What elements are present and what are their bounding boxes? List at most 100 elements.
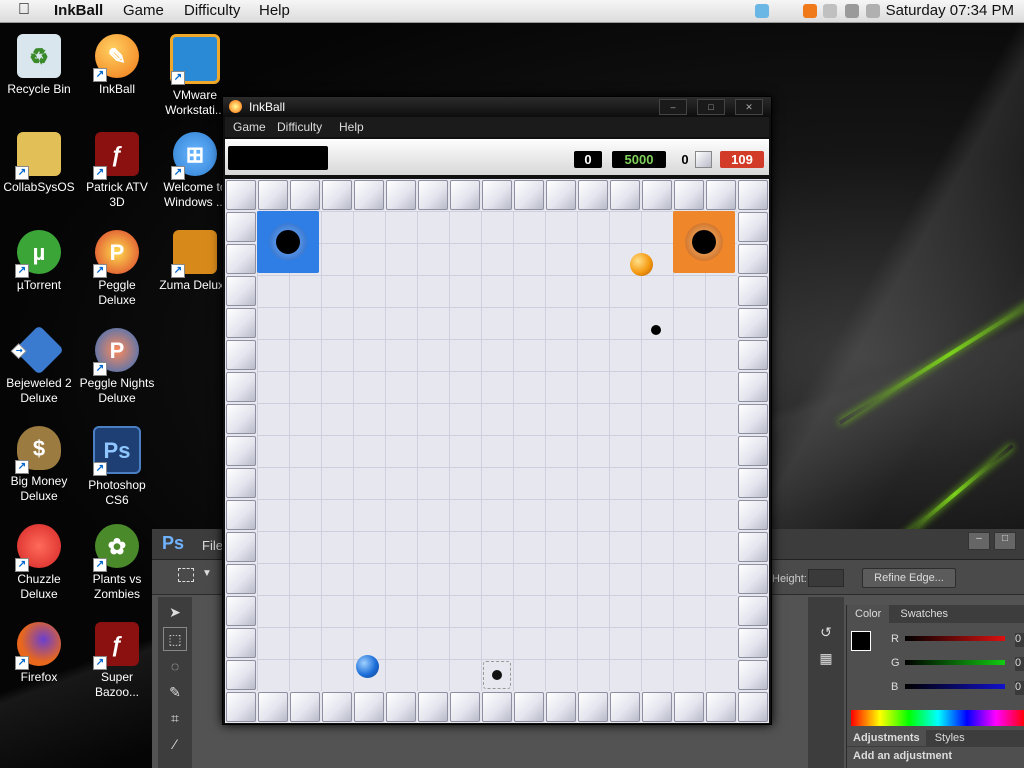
wall-tile bbox=[226, 692, 256, 722]
volume-muted-icon[interactable] bbox=[866, 4, 880, 18]
wall-tile bbox=[738, 500, 768, 530]
tab-styles[interactable]: Styles bbox=[929, 730, 971, 746]
desktop-icon-collabsysos[interactable]: CollabSysOS bbox=[0, 132, 78, 195]
wall-tile bbox=[738, 372, 768, 402]
minimize-button[interactable]: – bbox=[968, 532, 990, 550]
wall-tile bbox=[738, 692, 768, 722]
wall-tile bbox=[386, 692, 416, 722]
menubar-game[interactable]: Game bbox=[123, 2, 164, 19]
marquee-tool-icon[interactable]: ⬚ bbox=[163, 627, 187, 651]
green-value-input[interactable]: 0 bbox=[1015, 657, 1024, 671]
photoshop-panel-strip: ↺ ▦ bbox=[808, 597, 844, 768]
quick-select-tool-icon[interactable]: ✎ bbox=[164, 681, 186, 703]
desktop-icon-peggle-nights[interactable]: P Peggle Nights Deluxe bbox=[78, 328, 156, 406]
menubar-clock[interactable]: Saturday 07:34 PM bbox=[886, 2, 1014, 19]
tab-adjustments[interactable]: Adjustments bbox=[847, 730, 926, 746]
desktop-icon-big-money[interactable]: $ Big Money Deluxe bbox=[0, 426, 78, 504]
tab-color[interactable]: Color bbox=[847, 605, 890, 623]
marquee-option-icon[interactable] bbox=[178, 568, 194, 582]
desktop-icon-photoshop[interactable]: Ps Photoshop CS6 bbox=[78, 426, 156, 508]
lasso-tool-icon[interactable]: ◌ bbox=[164, 655, 186, 677]
flash-icon: ƒ bbox=[93, 132, 139, 180]
orange-ball bbox=[630, 253, 653, 276]
tab-swatches[interactable]: Swatches bbox=[892, 605, 956, 623]
menu-difficulty[interactable]: Difficulty bbox=[277, 120, 322, 134]
maximize-button[interactable]: □ bbox=[994, 532, 1016, 550]
inkball-window[interactable]: InkBall – □ ✕ Game Difficulty Help 0 500… bbox=[222, 96, 772, 725]
photoshop-file-menu[interactable]: File bbox=[202, 538, 223, 553]
flash-icon: ƒ bbox=[93, 622, 139, 670]
wall-tile bbox=[738, 532, 768, 562]
menu-game[interactable]: Game bbox=[233, 120, 266, 134]
desktop-icon-label: Recycle Bin bbox=[7, 82, 71, 96]
desktop-icon-patrick-atv[interactable]: ƒ Patrick ATV 3D bbox=[78, 132, 156, 210]
close-button[interactable]: ✕ bbox=[735, 99, 763, 115]
color-spectrum[interactable] bbox=[851, 710, 1024, 726]
desktop-icon-inkball[interactable]: ✎ InkBall bbox=[78, 34, 156, 97]
inkball-tray-icon[interactable] bbox=[803, 4, 817, 18]
menubar-app-name[interactable]: InkBall bbox=[54, 2, 103, 19]
red-value-input[interactable]: 0 bbox=[1015, 633, 1024, 647]
wall-tile bbox=[738, 596, 768, 626]
wall-tile bbox=[226, 340, 256, 370]
wall-tile bbox=[418, 180, 448, 210]
red-slider[interactable] bbox=[905, 636, 1005, 641]
chevron-down-icon[interactable]: ▼ bbox=[202, 568, 212, 579]
wall-tile bbox=[674, 692, 704, 722]
refine-edge-button[interactable]: Refine Edge... bbox=[862, 568, 956, 588]
blue-value-input[interactable]: 0 bbox=[1015, 681, 1024, 695]
wall-tile bbox=[226, 308, 256, 338]
desktop-icon-bejeweled[interactable]: Bejeweled 2 Deluxe bbox=[0, 325, 78, 406]
game-board[interactable] bbox=[225, 179, 769, 723]
color-panel-tabs: Color Swatches bbox=[847, 605, 1024, 623]
orange-hole bbox=[673, 211, 735, 273]
desktop-icon-chuzzle[interactable]: Chuzzle Deluxe bbox=[0, 524, 78, 602]
wall-tile bbox=[226, 180, 256, 210]
wall-tile bbox=[546, 180, 576, 210]
ink-gauge bbox=[228, 146, 328, 170]
eyedropper-tool-icon[interactable]: ⁄ bbox=[164, 733, 186, 755]
black-dot bbox=[651, 325, 661, 335]
wall-tile bbox=[738, 436, 768, 466]
crop-tool-icon[interactable]: ⌗ bbox=[164, 707, 186, 729]
wall-tile bbox=[354, 692, 384, 722]
desktop-icon-super-bazooka[interactable]: ƒ Super Bazoo... bbox=[78, 622, 156, 700]
desktop-icon-label: InkBall bbox=[98, 82, 136, 96]
maximize-button[interactable]: □ bbox=[697, 99, 725, 115]
menubar-help[interactable]: Help bbox=[259, 2, 290, 19]
wall-tile bbox=[514, 180, 544, 210]
desktop-icon-firefox[interactable]: Firefox bbox=[0, 622, 78, 685]
score-display: 0 bbox=[574, 151, 602, 168]
desktop-icon-plants-vs-zombies[interactable]: ✿ Plants vs Zombies bbox=[78, 524, 156, 602]
green-slider[interactable] bbox=[905, 660, 1005, 665]
finder-tray-icon[interactable] bbox=[755, 4, 769, 18]
apple-icon[interactable]:  bbox=[18, 1, 30, 19]
utorrent-icon: µ bbox=[15, 230, 61, 278]
peggle-nights-icon: P bbox=[93, 328, 139, 376]
height-input[interactable] bbox=[808, 569, 844, 587]
wall-tile bbox=[226, 532, 256, 562]
inkball-title-bar[interactable]: InkBall – □ ✕ bbox=[223, 97, 771, 117]
wall-tile bbox=[290, 692, 320, 722]
foreground-color-swatch[interactable] bbox=[851, 631, 871, 651]
desktop-icon-peggle-deluxe[interactable]: P Peggle Deluxe bbox=[78, 230, 156, 308]
blue-slider[interactable] bbox=[905, 684, 1005, 689]
wall-tile bbox=[738, 212, 768, 242]
properties-panel-icon[interactable]: ▦ bbox=[815, 647, 837, 669]
board-grid[interactable] bbox=[257, 211, 737, 691]
desktop-icon-recycle-bin[interactable]: ♻ Recycle Bin bbox=[0, 34, 78, 97]
network-tray-icon[interactable] bbox=[823, 4, 837, 18]
minimize-button[interactable]: – bbox=[659, 99, 687, 115]
wall-tile bbox=[578, 692, 608, 722]
menu-help[interactable]: Help bbox=[339, 120, 364, 134]
menubar-difficulty[interactable]: Difficulty bbox=[184, 2, 240, 19]
color-panel: Color Swatches R 0 G 0 B 0 Adjustments S… bbox=[846, 605, 1024, 768]
history-panel-icon[interactable]: ↺ bbox=[815, 621, 837, 643]
move-tool-icon[interactable]: ➤ bbox=[164, 601, 186, 623]
desktop-icon-utorrent[interactable]: µ µTorrent bbox=[0, 230, 78, 293]
wall-tile bbox=[450, 692, 480, 722]
wall-tile bbox=[738, 468, 768, 498]
monitor-tray-icon[interactable] bbox=[845, 4, 859, 18]
inkball-hud: 0 5000 0 109 bbox=[225, 139, 769, 175]
high-score-display: 5000 bbox=[612, 151, 666, 168]
